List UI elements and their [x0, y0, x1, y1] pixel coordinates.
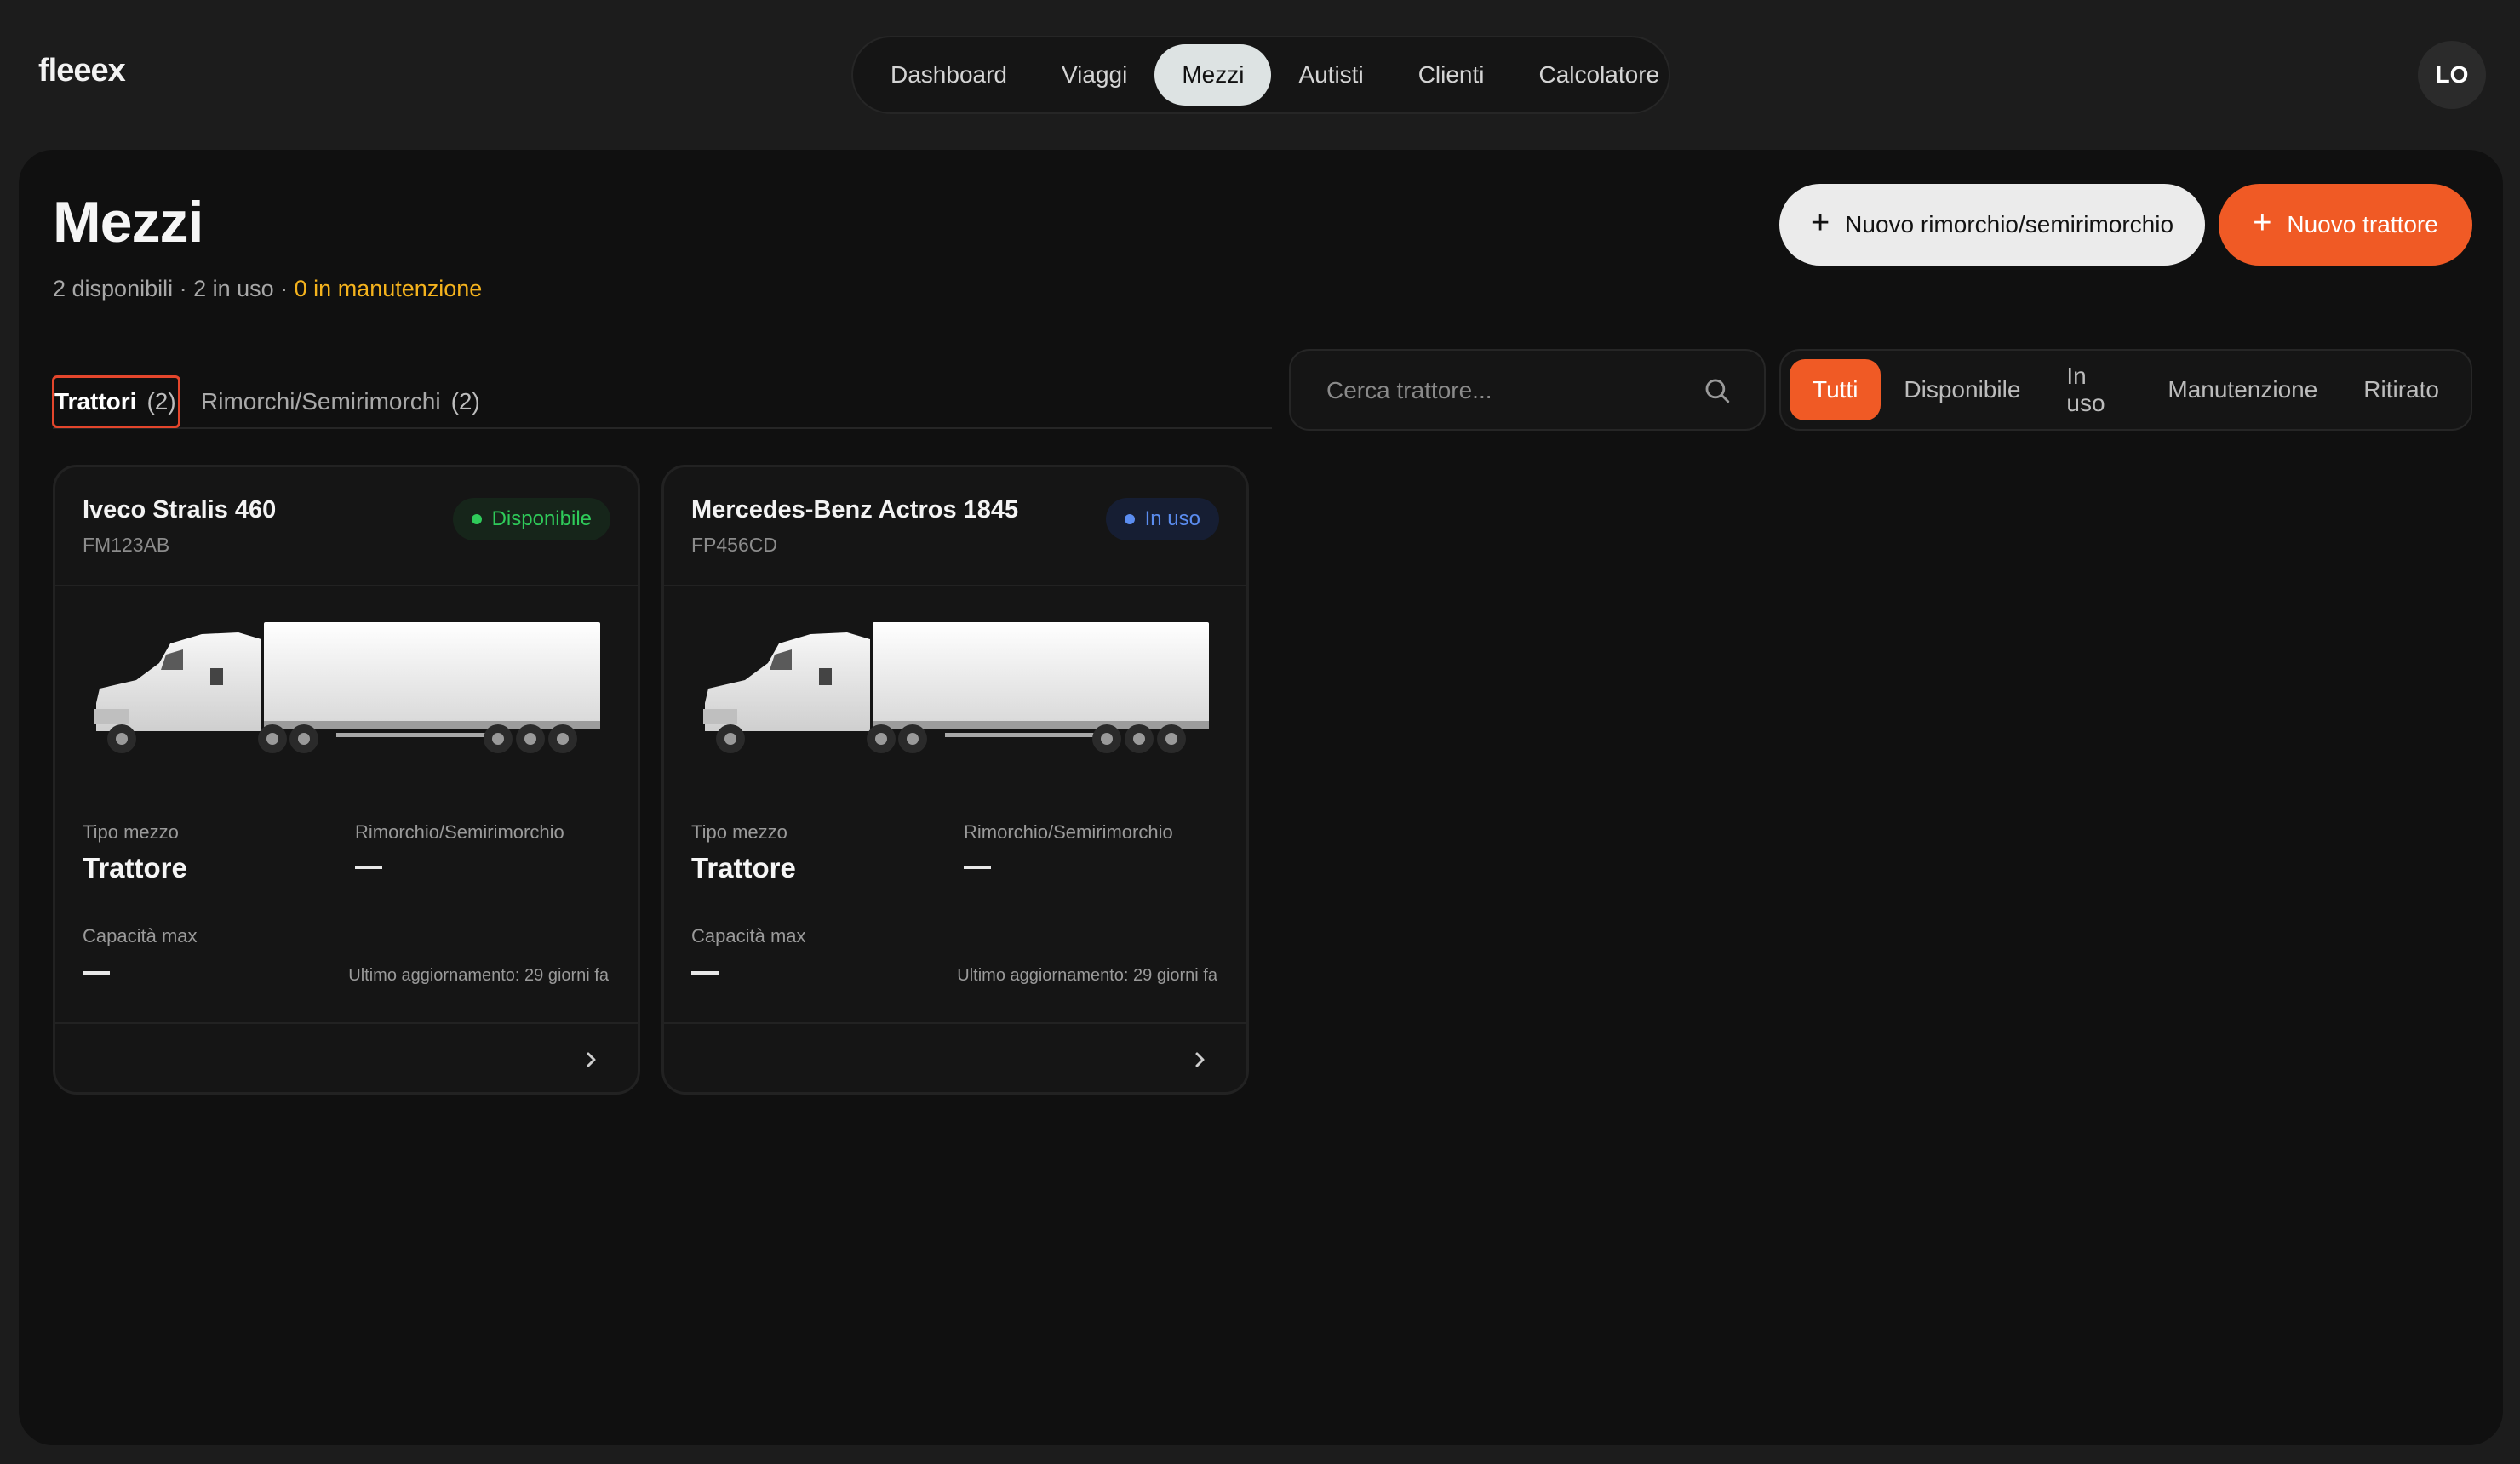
- tab-trattori[interactable]: Trattori (2): [52, 375, 180, 428]
- type-value: Trattore: [691, 852, 796, 884]
- new-tractor-label: Nuovo trattore: [2287, 211, 2438, 237]
- status-badge: In uso: [1105, 498, 1219, 540]
- truck-image: [703, 622, 1209, 753]
- plus-icon: +: [1810, 205, 1830, 241]
- capacity-label: Capacità max: [83, 925, 198, 946]
- last-updated: Ultimo aggiornamento: 29 giorni fa: [957, 966, 1217, 985]
- filter-manutenzione[interactable]: Manutenzione: [2145, 359, 2340, 420]
- nav-item-dashboard[interactable]: Dashboard: [863, 44, 1034, 106]
- summary-maintenance: 0 in manutenzione: [294, 276, 483, 301]
- card-divider: [55, 1022, 638, 1024]
- trailer-value: [964, 866, 991, 869]
- tab-label: Trattori: [54, 388, 137, 415]
- chevron-right-icon[interactable]: [581, 1046, 602, 1073]
- new-trailer-label: Nuovo rimorchio/semirimorchio: [1845, 211, 2174, 237]
- tab-label: Rimorchi/Semirimorchi: [201, 388, 441, 415]
- status-label: In uso: [1144, 507, 1200, 530]
- nav-item-clienti[interactable]: Clienti: [1391, 44, 1512, 106]
- status-dot-icon: [471, 514, 482, 524]
- user-avatar[interactable]: LO: [2418, 41, 2486, 109]
- vehicle-name: Iveco Stralis 460: [83, 496, 277, 523]
- capacity-value: [691, 971, 719, 975]
- capacity-label: Capacità max: [691, 925, 806, 946]
- nav-item-viaggi[interactable]: Viaggi: [1034, 44, 1154, 106]
- filter-ritirato[interactable]: Ritirato: [2340, 359, 2462, 420]
- new-tractor-button[interactable]: + Nuovo trattore: [2219, 184, 2472, 266]
- last-updated: Ultimo aggiornamento: 29 giorni fa: [348, 966, 609, 985]
- search-input[interactable]: [1325, 369, 1686, 412]
- filter-in-uso[interactable]: In uso: [2043, 359, 2145, 420]
- vehicle-card[interactable]: Mercedes-Benz Actros 1845 FP456CD In uso…: [662, 465, 1249, 1095]
- tab-count: (2): [450, 388, 480, 415]
- summary-counts: 2 disponibili · 2 in uso ·: [53, 276, 295, 301]
- nav-item-autisti[interactable]: Autisti: [1271, 44, 1390, 106]
- chevron-right-icon[interactable]: [1190, 1046, 1211, 1073]
- type-label: Tipo mezzo: [83, 821, 179, 843]
- fleet-summary: 2 disponibili · 2 in uso · 0 in manutenz…: [53, 276, 482, 302]
- filter-disponibile[interactable]: Disponibile: [1881, 359, 2043, 420]
- trailer-label: Rimorchio/Semirimorchio: [355, 821, 564, 843]
- type-value: Trattore: [83, 852, 187, 884]
- tab-rimorchi[interactable]: Rimorchi/Semirimorchi (2): [201, 375, 480, 428]
- status-badge: Disponibile: [452, 498, 610, 540]
- search-icon[interactable]: [1703, 376, 1732, 405]
- nav-item-mezzi[interactable]: Mezzi: [1154, 44, 1272, 106]
- vehicle-name: Mercedes-Benz Actros 1845: [691, 496, 1019, 523]
- card-divider: [55, 585, 638, 586]
- card-divider: [664, 1022, 1246, 1024]
- vehicle-plate: FP456CD: [691, 534, 777, 556]
- status-dot-icon: [1124, 514, 1135, 524]
- app-logo[interactable]: fleeex: [38, 53, 126, 89]
- status-filter: Tutti Disponibile In uso Manutenzione Ri…: [1779, 349, 2472, 431]
- page-title: Mezzi: [53, 190, 203, 254]
- tab-count: (2): [146, 388, 176, 415]
- search-box: [1289, 349, 1766, 431]
- nav-item-calcolatore[interactable]: Calcolatore: [1512, 44, 1687, 106]
- filter-tutti[interactable]: Tutti: [1790, 359, 1881, 420]
- status-label: Disponibile: [491, 507, 592, 530]
- new-trailer-button[interactable]: + Nuovo rimorchio/semirimorchio: [1779, 184, 2205, 266]
- capacity-value: [83, 971, 110, 975]
- type-label: Tipo mezzo: [691, 821, 788, 843]
- plus-icon: +: [2253, 205, 2272, 241]
- trailer-value: [355, 866, 382, 869]
- vehicle-card[interactable]: Iveco Stralis 460 FM123AB Disponibile Ti…: [53, 465, 640, 1095]
- vehicle-plate: FM123AB: [83, 534, 170, 556]
- trailer-label: Rimorchio/Semirimorchio: [964, 821, 1173, 843]
- card-divider: [664, 585, 1246, 586]
- main-navigation: Dashboard Viaggi Mezzi Autisti Clienti C…: [851, 36, 1670, 114]
- truck-image: [94, 622, 600, 753]
